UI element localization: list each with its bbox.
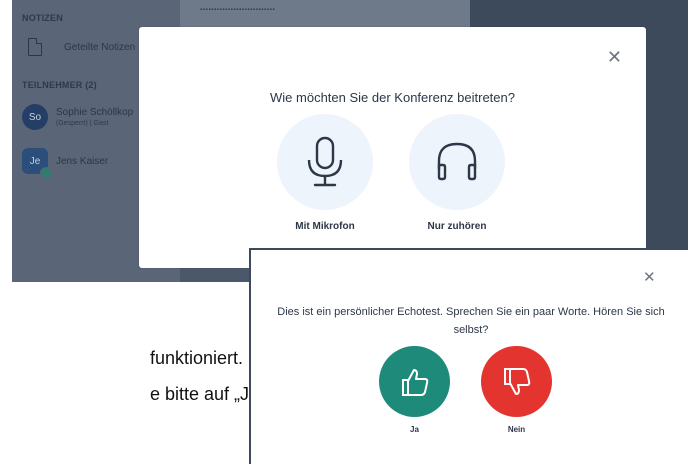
listen-only-option-label: Nur zuhören: [427, 221, 487, 232]
participant-status: (Gesperrt) | Gast: [56, 120, 109, 127]
microphone-option-circle[interactable]: [277, 114, 373, 210]
participants-heading: TEILNEHMER (2): [22, 80, 97, 90]
document-icon: [28, 38, 42, 56]
participant-name: Sophie Schöllkop: [56, 107, 134, 118]
app-top-bar: ...........................: [180, 0, 470, 30]
listen-only-option-circle[interactable]: [409, 114, 505, 210]
listen-only-option-button[interactable]: Nur zuhören: [407, 114, 507, 232]
participant-item[interactable]: Je Jens Kaiser: [22, 148, 109, 179]
microphone-icon: [307, 136, 343, 187]
notes-heading: NOTIZEN: [22, 13, 63, 23]
yes-button[interactable]: Ja: [379, 346, 450, 434]
close-icon[interactable]: ✕: [607, 49, 622, 67]
shared-notes-label: Geteilte Notizen: [64, 41, 136, 53]
no-button[interactable]: Nein: [481, 346, 552, 434]
thumbs-up-icon: [401, 368, 428, 396]
echo-test-question: Dies ist ein persönlicher Echotest. Spre…: [277, 306, 665, 336]
avatar: Je: [22, 148, 52, 179]
thumbs-down-icon: [503, 367, 530, 395]
microphone-status-icon: [40, 167, 52, 179]
avatar: So: [22, 104, 48, 130]
headphones-icon: [437, 142, 477, 181]
participant-item[interactable]: So Sophie Schöllkop (Gesperrt) | Gast: [22, 104, 133, 130]
microphone-option-label: Mit Mikrofon: [295, 221, 355, 232]
microphone-option-button[interactable]: Mit Mikrofon: [275, 114, 375, 232]
sidebar-item-shared-notes[interactable]: Geteilte Notizen: [22, 38, 135, 56]
no-button-circle[interactable]: [481, 346, 552, 417]
echo-test-modal: ✕ Dies ist ein persönlicher Echotest. Sp…: [249, 248, 688, 464]
join-audio-modal: ✕ Wie möchten Sie der Konferenz beitrete…: [139, 27, 646, 268]
no-label: Nein: [507, 425, 526, 434]
avatar-initials: Je: [29, 155, 41, 167]
yes-button-circle[interactable]: [379, 346, 450, 417]
participant-name: Jens Kaiser: [56, 155, 109, 167]
app-top-text: ...........................: [200, 2, 276, 13]
modal-title: Wie möchten Sie der Konferenz beitreten?: [270, 90, 515, 105]
yes-label: Ja: [410, 425, 419, 434]
close-icon[interactable]: ✕: [643, 270, 656, 285]
document-text-line-1: funktioniert.: [150, 348, 244, 368]
